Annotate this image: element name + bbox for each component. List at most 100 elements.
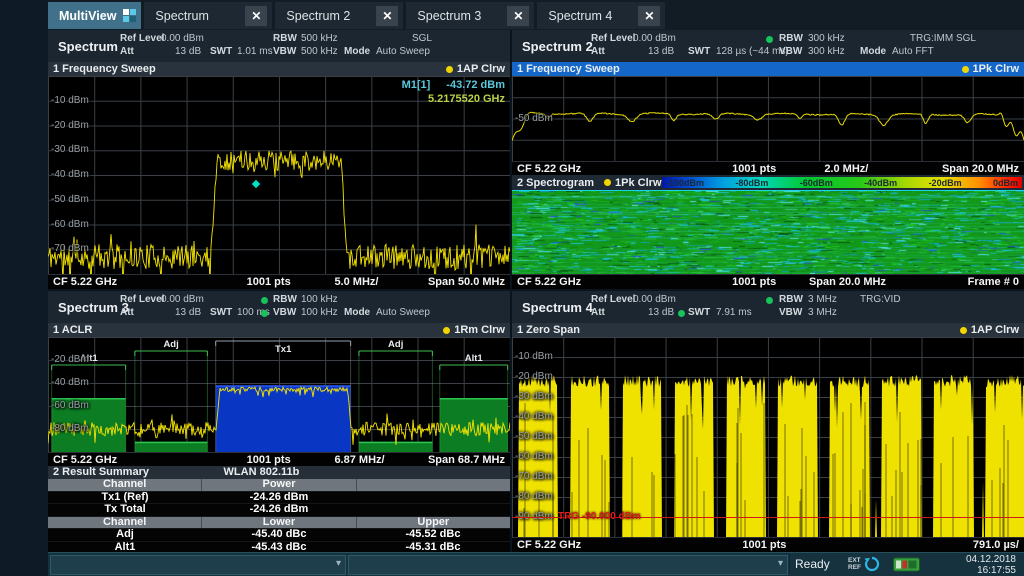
close-icon[interactable]: ✕ bbox=[507, 6, 529, 26]
frequency-sweep-chart[interactable]: -10 dBm-20 dBm-30 dBm-40 dBm-50 dBm-60 d… bbox=[48, 76, 510, 274]
mode-label: Mode bbox=[344, 46, 370, 57]
ref-level-label: Ref Level bbox=[591, 294, 635, 305]
frequency-sweep-chart[interactable]: -50 dBm bbox=[512, 76, 1024, 161]
trace-label: 1Pk Clrw bbox=[615, 177, 661, 189]
tab-multiview[interactable]: MultiView bbox=[48, 2, 141, 29]
ref-label: REF bbox=[848, 564, 861, 571]
ref-level-label: Ref Level bbox=[120, 294, 164, 305]
channel-header[interactable]: Spectrum 3 Ref Level 0.00 dBm Att 13 dB … bbox=[48, 291, 510, 323]
y-axis-label: -60 dBm bbox=[51, 218, 89, 229]
trace-dot-icon bbox=[960, 327, 967, 334]
x-axis-bar: CF 5.22 GHz 1001 pts Span 20.0 MHz Frame… bbox=[512, 274, 1024, 289]
window-title: 1 Frequency Sweep bbox=[53, 62, 156, 76]
marker-level: -43.72 dBm bbox=[446, 79, 505, 91]
swt-label: SWT bbox=[210, 46, 232, 57]
spectrogram-colorbar: -100dBm -80dBm -60dBm -40dBm -20dBm 0dBm bbox=[662, 177, 1022, 188]
rbw-value: 3 MHz bbox=[808, 294, 837, 305]
cell bbox=[356, 492, 510, 504]
colorbar-label: -80dBm bbox=[735, 178, 768, 188]
window-title-bar[interactable]: 1 Zero Span 1AP Clrw bbox=[512, 323, 1024, 337]
att-value: 13 dB bbox=[648, 307, 674, 318]
trace-dot-icon bbox=[604, 179, 611, 186]
rbw-label: RBW bbox=[779, 294, 803, 305]
att-value: 13 dB bbox=[175, 307, 201, 318]
status-ready: Ready bbox=[795, 557, 830, 571]
y-axis-label: -50 dBm bbox=[515, 113, 553, 124]
aclr-chart[interactable]: Alt1AdjTx1AdjAlt1 -20 dBm-40 dBm-60 dBm-… bbox=[48, 337, 510, 452]
close-icon[interactable]: ✕ bbox=[376, 6, 398, 26]
swt-label: SWT bbox=[210, 307, 232, 318]
window-title-bar[interactable]: 1 Frequency Sweep 1AP Clrw bbox=[48, 62, 510, 76]
channel-name[interactable]: Spectrum 3 bbox=[58, 291, 129, 323]
tab-spectrum-4[interactable]: Spectrum 4 ✕ bbox=[537, 2, 665, 29]
close-icon[interactable]: ✕ bbox=[245, 6, 267, 26]
time-label: 16:17:55 bbox=[966, 565, 1016, 576]
spectrogram-display[interactable] bbox=[512, 190, 1024, 275]
y-axis-label: -60 dBm bbox=[51, 400, 89, 411]
ref-level-value: 0.00 dBm bbox=[633, 33, 676, 44]
sweep-points: 1001 pts bbox=[247, 276, 291, 288]
vbw-value: 300 kHz bbox=[808, 46, 845, 57]
att-label: Att bbox=[120, 307, 134, 318]
ref-level-value: 0.00 dBm bbox=[633, 294, 676, 305]
chevron-down-icon[interactable]: ▾ bbox=[336, 558, 341, 569]
vbw-value: 3 MHz bbox=[808, 307, 837, 318]
status-bar: ▾ ▾ Ready EXTREF 04.12.2018 16:17:55 bbox=[48, 552, 1024, 576]
result-summary-table: Channel Power Tx1 (Ref) -24.26 dBm Tx To… bbox=[48, 479, 510, 552]
trace-dot-icon bbox=[443, 327, 450, 334]
center-freq: CF 5.22 GHz bbox=[53, 276, 117, 288]
message-field[interactable]: ▾ bbox=[348, 555, 788, 575]
mode-value: Auto FFT bbox=[892, 46, 934, 57]
active-window[interactable]: 1 Frequency Sweep 1Pk Clrw -50 dBm CF 5.… bbox=[512, 62, 1024, 175]
channel-name[interactable]: Spectrum 2 bbox=[522, 30, 593, 62]
col-header: Upper bbox=[356, 517, 510, 529]
channel-header[interactable]: Spectrum 2 Ref Level 0.00 dBm Att 13 dB … bbox=[512, 30, 1024, 62]
zero-span-chart[interactable]: -10 dBm-20 dBm-30 dBm-40 dBm-50 dBm-60 d… bbox=[512, 337, 1024, 537]
mode-label: Mode bbox=[344, 307, 370, 318]
chevron-down-icon[interactable]: ▾ bbox=[778, 558, 783, 569]
tab-spectrum-2[interactable]: Spectrum 2 ✕ bbox=[275, 2, 403, 29]
quadrant-spectrum-2: Spectrum 2 Ref Level 0.00 dBm Att 13 dB … bbox=[512, 30, 1024, 289]
ref-level-value: 0.00 dBm bbox=[161, 33, 204, 44]
vbw-value: 500 kHz bbox=[301, 46, 338, 57]
sweep-points: 1001 pts bbox=[732, 163, 776, 175]
spectrogram-title-bar[interactable]: 2 Spectrogram 1Pk Clrw -100dBm -80dBm -6… bbox=[512, 175, 1024, 190]
x-axis-bar: CF 5.22 GHz 1001 pts 5.0 MHz/ Span 50.0 … bbox=[48, 274, 510, 289]
span-value: Span 20.0 MHz bbox=[942, 163, 1019, 175]
date-time: 04.12.2018 16:17:55 bbox=[966, 554, 1016, 576]
window-title-bar[interactable]: 1 ACLR 1Rm Clrw bbox=[48, 323, 510, 337]
close-icon[interactable]: ✕ bbox=[638, 6, 660, 26]
channel-name[interactable]: Spectrum 4 bbox=[522, 291, 593, 323]
channel-name[interactable]: Spectrum bbox=[58, 30, 118, 62]
channel-header[interactable]: Spectrum 4 Ref Level 0.00 dBm Att 13 dB … bbox=[512, 291, 1024, 323]
y-axis-label: -10 dBm bbox=[515, 351, 553, 362]
window-title: 1 Frequency Sweep bbox=[517, 62, 620, 76]
marker-name: M1[1] bbox=[402, 79, 431, 91]
att-value: 13 dB bbox=[175, 46, 201, 57]
y-axis-label: -30 dBm bbox=[515, 391, 553, 402]
tab-spectrum-1[interactable]: Spectrum ✕ bbox=[144, 2, 272, 29]
swt-label: SWT bbox=[688, 307, 710, 318]
window-title: 2 Spectrogram bbox=[517, 177, 594, 189]
y-axis-label: -80 dBm bbox=[515, 491, 553, 502]
window-title-bar[interactable]: 1 Frequency Sweep 1Pk Clrw bbox=[512, 62, 1024, 76]
y-axis-label: -40 dBm bbox=[515, 411, 553, 422]
sweep-points: 1001 pts bbox=[742, 539, 786, 551]
cell: Tx1 (Ref) bbox=[48, 492, 202, 504]
colorbar-label: -100dBm bbox=[666, 178, 704, 188]
y-axis-label: -30 dBm bbox=[51, 144, 89, 155]
ref-level-value: 0.00 dBm bbox=[161, 294, 204, 305]
sweep-points: 1001 pts bbox=[247, 454, 291, 466]
per-division: 2.0 MHz/ bbox=[824, 163, 868, 175]
mode-value: Auto Sweep bbox=[376, 46, 430, 57]
trace-pulses bbox=[512, 337, 1024, 537]
sequencer-dropdown[interactable]: ▾ bbox=[50, 555, 346, 575]
window-title: 1 ACLR bbox=[53, 323, 92, 337]
att-label: Att bbox=[591, 46, 605, 57]
span-value: Span 20.0 MHz bbox=[809, 276, 886, 288]
channel-header[interactable]: Spectrum Ref Level 0.00 dBm Att 13 dB SW… bbox=[48, 30, 510, 62]
y-axis-label: -10 dBm bbox=[51, 95, 89, 106]
att-label: Att bbox=[591, 307, 605, 318]
vbw-label: VBW bbox=[273, 307, 296, 318]
tab-spectrum-3[interactable]: Spectrum 3 ✕ bbox=[406, 2, 534, 29]
